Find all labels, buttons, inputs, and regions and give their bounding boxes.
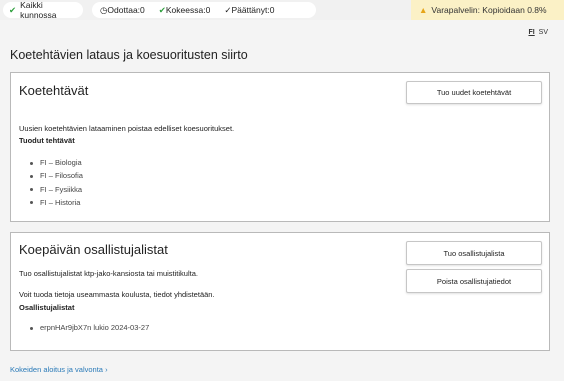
status-bar: ✔ Kaikki kunnossa ◷ Odottaa: 0 ✔ Kokeess… — [0, 0, 564, 20]
backup-server-warning-text: Varapalvelin: Kopioidaan 0.8% — [431, 5, 547, 15]
chevron-right-icon: › — [105, 365, 108, 374]
remove-participant-data-button[interactable]: Poista osallistujatiedot — [406, 269, 542, 293]
list-item: FI – Fysiikka — [19, 183, 83, 196]
status-finished-label: Päättänyt: — [231, 5, 270, 15]
status-all-ok-label: Kaikki kunnossa — [20, 0, 57, 20]
exam-tasks-title: Koetehtävät — [19, 83, 89, 98]
imported-tasks-list: FI – Biologia FI – Filosofia FI – Fysiik… — [19, 156, 83, 209]
imported-tasks-heading: Tuodut tehtävät — [19, 136, 75, 145]
warning-icon: ▲ — [419, 5, 428, 15]
status-in-exam: ✔ Kokeessa: 0 — [159, 5, 211, 16]
import-new-tasks-button[interactable]: Tuo uudet koetehtävät — [406, 81, 542, 104]
exam-start-and-supervision-link[interactable]: Kokeiden aloitus ja valvonta › — [10, 365, 108, 374]
list-item: FI – Filosofia — [19, 169, 83, 182]
backup-server-warning: ▲ Varapalvelin: Kopioidaan 0.8% — [411, 0, 564, 20]
lang-sv-link[interactable]: SV — [539, 29, 548, 36]
status-waiting-count: 0 — [140, 5, 145, 15]
participant-lists-title: Koepäivän osallistujalistat — [19, 242, 168, 257]
exam-start-link-label: Kokeiden aloitus ja valvonta — [10, 365, 103, 374]
status-all-ok: ✔ Kaikki kunnossa — [3, 0, 83, 20]
status-finished-count: 0 — [269, 5, 275, 15]
check-circle-icon: ✔ — [9, 4, 17, 15]
status-counters: ◷ Odottaa: 0 ✔ Kokeessa: 0 ✓ Päättänyt: … — [92, 2, 316, 18]
participant-lists-card: Koepäivän osallistujalistat Tuo osallist… — [10, 232, 550, 351]
status-waiting: ◷ Odottaa: 0 — [100, 5, 145, 16]
import-participant-list-button[interactable]: Tuo osallistujalista — [406, 241, 542, 265]
status-in-exam-label: Kokeessa: — [165, 5, 206, 15]
lang-fi-link[interactable]: FI — [528, 29, 534, 36]
language-switch: FI SV — [528, 29, 548, 36]
clock-icon: ◷ — [100, 4, 108, 15]
status-in-exam-count: 0 — [205, 5, 211, 15]
checkmark-icon: ✓ — [224, 4, 232, 15]
status-finished: ✓ Päättänyt: 0 — [224, 5, 274, 16]
list-item: FI – Historia — [19, 196, 83, 209]
participant-import-hint: Tuo osallistujalistat ktp-jako-kansiosta… — [19, 269, 198, 278]
list-item: erpnHAr9jbX7n lukio 2024-03-27 — [19, 321, 149, 334]
status-waiting-label: Odottaa: — [107, 5, 141, 15]
exam-tasks-note: Uusien koetehtävien lataaminen poistaa e… — [19, 124, 235, 133]
exam-tasks-card: Koetehtävät Tuo uudet koetehtävät Uusien… — [10, 72, 550, 222]
check-circle-icon: ✔ — [158, 4, 166, 15]
page-title: Koetehtävien lataus ja koesuoritusten si… — [10, 48, 248, 62]
participant-lists-heading: Osallistujalistat — [19, 303, 75, 312]
list-item: FI – Biologia — [19, 156, 83, 169]
participant-merge-hint: Voit tuoda tietoja useammasta koulusta, … — [19, 290, 215, 299]
participant-lists: erpnHAr9jbX7n lukio 2024-03-27 — [19, 321, 149, 334]
